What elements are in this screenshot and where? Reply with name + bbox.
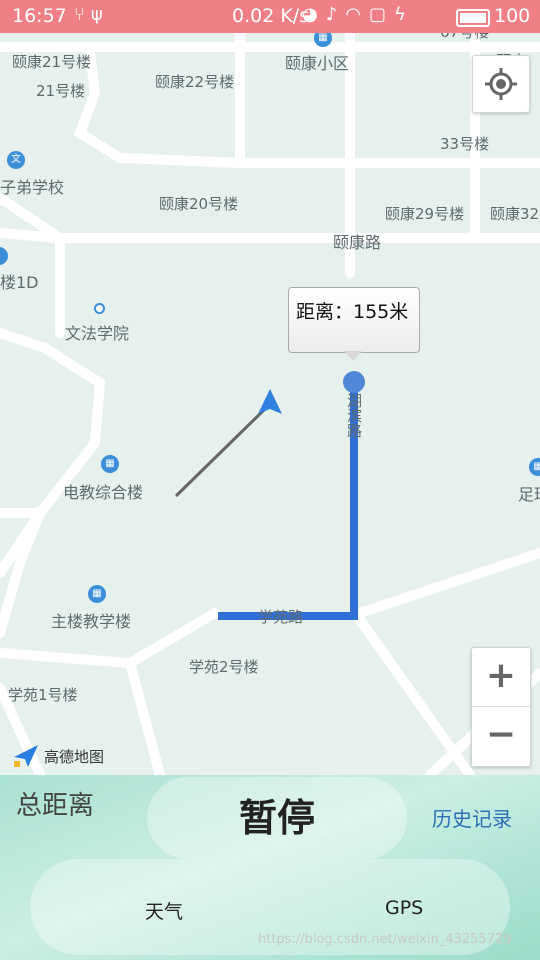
map-label: 颐康21号楼 <box>12 53 92 71</box>
amap-logo: 高德地图 <box>12 743 104 769</box>
building-icon: ▦ <box>101 455 119 473</box>
status-time: 16:57 <box>12 5 67 27</box>
total-distance-label: 总距离 <box>16 791 95 821</box>
battery-icon <box>456 9 490 27</box>
status-left-icons: ⑂ψ <box>74 4 109 25</box>
map-label: 学苑2号楼 <box>189 658 259 676</box>
map-label: 电教综合楼 <box>63 483 144 502</box>
school-icon: 文 <box>7 151 25 169</box>
locate-button[interactable] <box>472 55 530 113</box>
status-right-icons: ◕♪◠▢ϟ <box>302 4 414 25</box>
map-label: 楼1D <box>0 273 39 292</box>
zoom-in-button[interactable]: + <box>472 648 530 706</box>
map-label: 颐康20号楼 <box>159 195 239 213</box>
amap-logo-icon <box>14 745 38 767</box>
poi-icon: ▦ <box>529 458 540 476</box>
map-label: 颐康22号楼 <box>155 73 235 91</box>
gps-button[interactable]: GPS <box>385 897 423 919</box>
map-label: 文法学院 <box>65 324 130 343</box>
distance-bubble-tail <box>344 351 362 361</box>
charging-icon: ϟ <box>393 4 414 25</box>
distance-text: 距离：155米 <box>296 301 409 323</box>
usb-icon: ⑂ <box>74 4 91 25</box>
poi-ring-icon <box>94 303 105 314</box>
map-label: 学苑1号楼 <box>8 686 78 704</box>
control-panel: 总距离 暂停 历史记录 天气 GPS https://blog.csdn.net… <box>0 775 540 960</box>
network-speed: 0.02 K/s <box>232 5 310 27</box>
map-label: 颐康29号楼 <box>385 205 465 223</box>
history-button[interactable]: 历史记录 <box>432 803 512 832</box>
current-location-arrow <box>258 389 282 414</box>
map-label: 颐康32 <box>490 205 540 223</box>
map-label: 足球 <box>518 485 540 504</box>
map-label: 颐康小区 <box>285 54 350 73</box>
building-icon: ▦ <box>88 585 106 603</box>
amap-logo-text: 高德地图 <box>44 747 105 766</box>
wifi-icon: ◠ <box>345 4 369 25</box>
map-label: 子弟学校 <box>0 178 65 197</box>
alarm-icon: ◕ <box>302 4 326 25</box>
battery-level: 100 <box>494 5 531 27</box>
mute-icon: ♪ <box>325 4 346 25</box>
route-endpoint-marker <box>343 371 365 393</box>
pause-button[interactable]: 暂停 <box>147 777 407 859</box>
map-label: 湖滨路 <box>345 393 363 438</box>
crosshair-icon <box>485 68 517 100</box>
usb-debug-icon: ψ <box>90 4 109 25</box>
zoom-out-button[interactable]: − <box>472 707 530 765</box>
map-view[interactable]: 颐康21号楼 ▦ 颐康小区 67号楼 颐康 21号楼 颐康22号楼 33号楼 文… <box>0 33 540 775</box>
map-label: 颐康路 <box>333 233 382 252</box>
status-bar: 16:57 ⑂ψ 0.02 K/s ◕♪◠▢ϟ 100 <box>0 0 540 33</box>
route-line <box>218 383 358 620</box>
map-label: 33号楼 <box>440 135 490 153</box>
zoom-control: + − <box>471 647 531 767</box>
map-label: 67号楼 <box>440 33 489 42</box>
screen-icon: ▢ <box>368 4 394 25</box>
weather-button[interactable]: 天气 <box>145 897 183 924</box>
map-label: 学苑路 <box>258 608 304 626</box>
map-label: 21号楼 <box>36 82 86 100</box>
heading-line <box>174 407 267 498</box>
distance-bubble: 距离：155米 <box>288 287 420 361</box>
map-label: 主楼教学楼 <box>51 612 132 631</box>
watermark-text: https://blog.csdn.net/weixin_43255729 <box>258 932 512 947</box>
